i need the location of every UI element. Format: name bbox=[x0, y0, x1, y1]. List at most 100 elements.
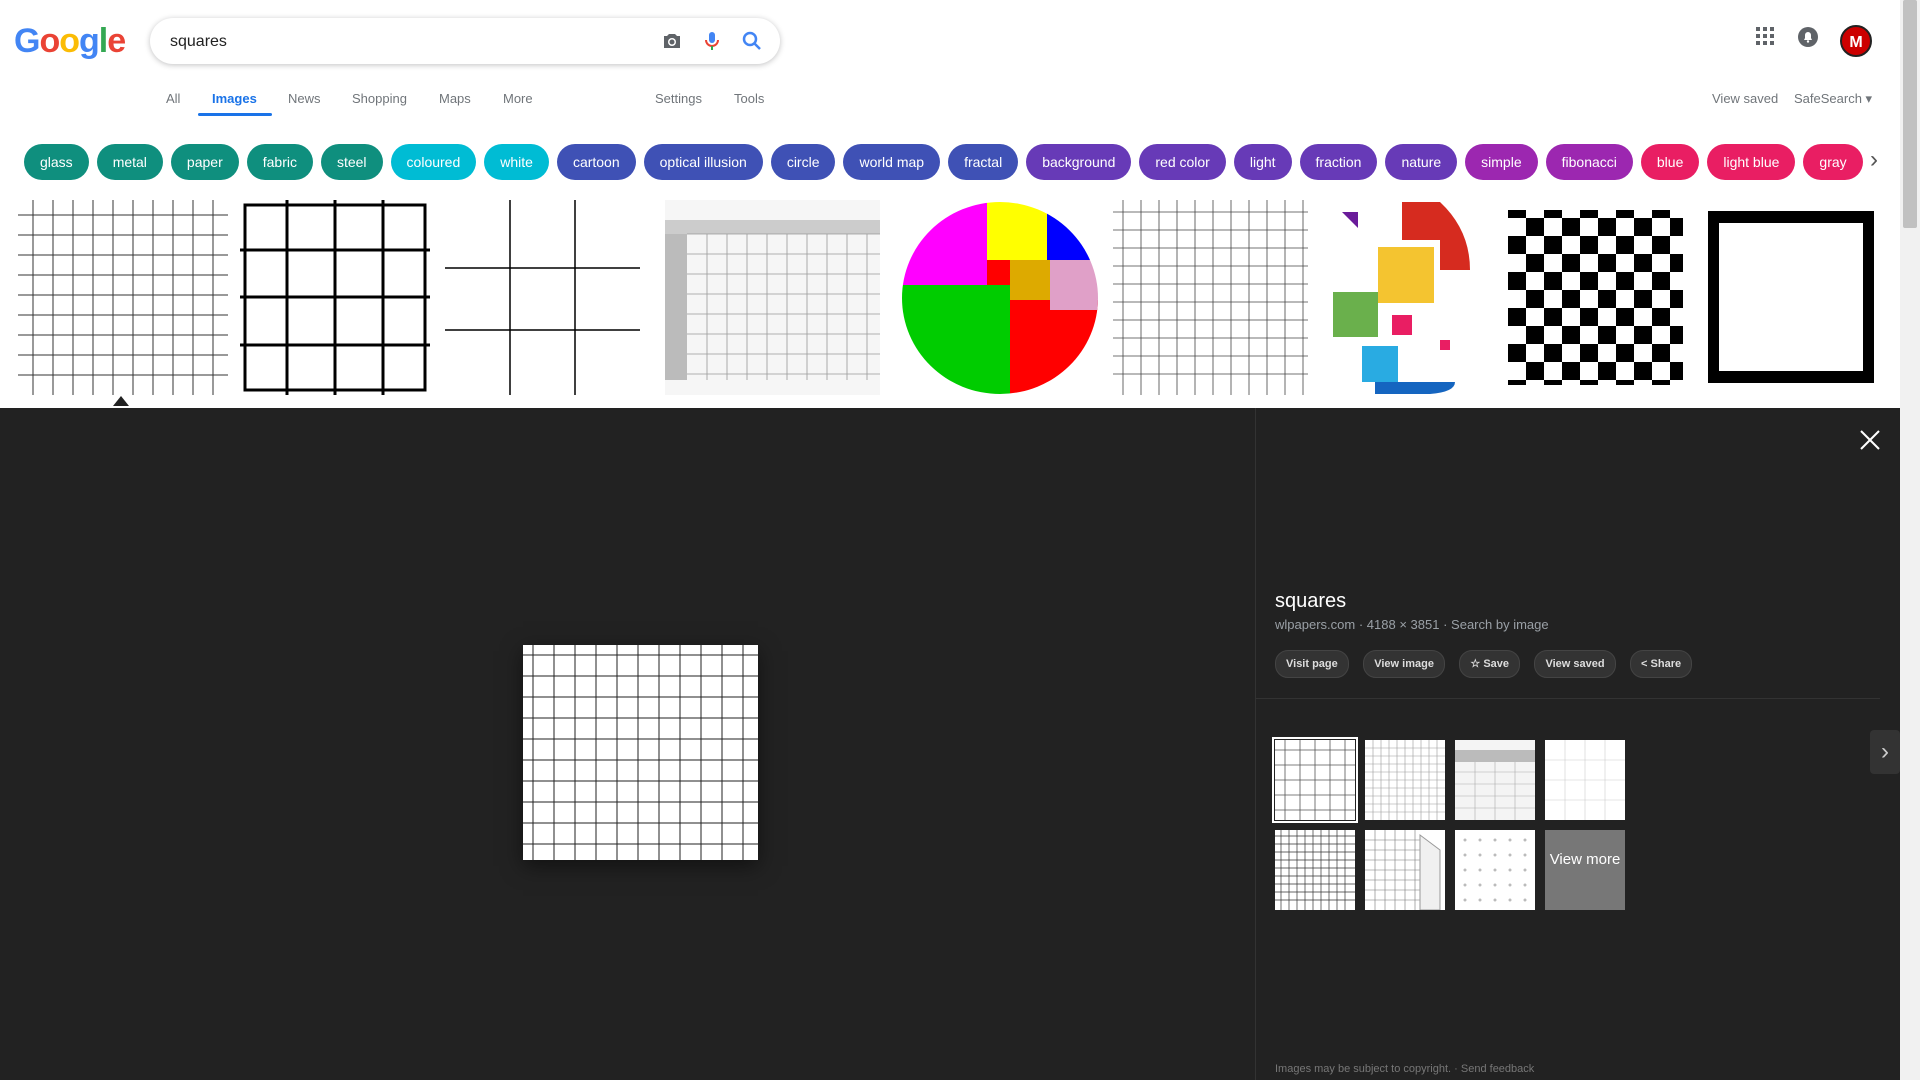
chip-background[interactable]: background bbox=[1026, 144, 1132, 180]
vertical-scrollbar[interactable] bbox=[1900, 0, 1920, 1080]
image-result[interactable] bbox=[665, 200, 880, 395]
chip-gray[interactable]: gray bbox=[1803, 144, 1863, 180]
share-label: Share bbox=[1650, 658, 1682, 670]
related-image[interactable] bbox=[1365, 830, 1445, 910]
grid-image bbox=[18, 200, 228, 395]
graph-paper-image bbox=[665, 200, 880, 395]
preview-image[interactable] bbox=[523, 645, 758, 860]
tools-link[interactable]: Tools bbox=[734, 91, 764, 106]
related-searches-chips: glass metal paper fabric steel coloured white c… bbox=[24, 144, 1874, 188]
related-image[interactable] bbox=[1272, 737, 1358, 823]
chip-steel[interactable]: steel bbox=[320, 144, 383, 180]
image-result[interactable] bbox=[900, 200, 1100, 395]
chip-light-blue[interactable]: light blue bbox=[1707, 144, 1796, 180]
tab-maps[interactable]: Maps bbox=[439, 91, 471, 106]
image-result[interactable] bbox=[1330, 200, 1480, 395]
chip-metal[interactable]: metal bbox=[96, 144, 163, 180]
image-result[interactable] bbox=[1708, 200, 1874, 395]
camera-icon[interactable] bbox=[660, 29, 684, 53]
apps-grid-icon[interactable] bbox=[1755, 26, 1775, 51]
image-dimensions: 4188 × 3851 bbox=[1366, 617, 1440, 632]
related-image[interactable] bbox=[1455, 830, 1535, 910]
panel-divider bbox=[1255, 408, 1256, 1080]
preview-title[interactable]: squares bbox=[1275, 590, 1346, 613]
send-feedback-link[interactable]: Send feedback bbox=[1461, 1063, 1534, 1075]
related-image[interactable] bbox=[1455, 740, 1535, 820]
view-image-button[interactable]: View image bbox=[1363, 650, 1445, 678]
chip-optical-illusion[interactable]: optical illusion bbox=[643, 144, 763, 180]
scattered-squares-image bbox=[1330, 200, 1480, 395]
microphone-icon[interactable] bbox=[700, 29, 724, 53]
save-label: Save bbox=[1483, 658, 1510, 670]
related-image[interactable] bbox=[1365, 740, 1445, 820]
chip-nature[interactable]: nature bbox=[1385, 144, 1458, 180]
tab-shopping[interactable]: Shopping bbox=[352, 91, 407, 106]
copyright-notice: Images may be subject to copyright. bbox=[1275, 1063, 1452, 1075]
avatar[interactable]: M bbox=[1840, 25, 1872, 57]
related-image[interactable] bbox=[1545, 740, 1625, 820]
preview-actions: Visit page View image ☆ Save View saved … bbox=[1275, 650, 1702, 678]
chip-fabric[interactable]: fabric bbox=[246, 144, 313, 180]
search-box bbox=[150, 18, 780, 64]
chip-simple[interactable]: simple bbox=[1465, 144, 1538, 180]
view-more-button[interactable]: View more bbox=[1545, 830, 1625, 910]
search-tabs: All Images News Shopping Maps More Setti… bbox=[0, 82, 1900, 118]
tab-news[interactable]: News bbox=[288, 91, 321, 106]
save-button[interactable]: ☆ Save bbox=[1459, 650, 1521, 678]
copyright-footer: Images may be subject to copyright. · Se… bbox=[1275, 1063, 1534, 1075]
tab-more[interactable]: More bbox=[503, 91, 533, 106]
logo-letter: g bbox=[79, 22, 100, 60]
next-image-arrow[interactable]: › bbox=[1870, 730, 1900, 774]
chips-next-arrow[interactable]: › bbox=[1870, 146, 1900, 182]
source-domain[interactable]: wlpapers.com bbox=[1275, 617, 1355, 632]
tab-images[interactable]: Images bbox=[212, 91, 257, 106]
image-result[interactable] bbox=[445, 200, 640, 395]
image-result[interactable] bbox=[18, 200, 228, 395]
active-tab-indicator bbox=[198, 113, 272, 116]
settings-link[interactable]: Settings bbox=[655, 91, 702, 106]
chip-blue[interactable]: blue bbox=[1640, 144, 1700, 180]
chip-world-map[interactable]: world map bbox=[843, 144, 941, 180]
footer-separator: · bbox=[1454, 1063, 1458, 1075]
logo-letter: G bbox=[14, 22, 40, 60]
search-input[interactable] bbox=[168, 30, 632, 54]
chip-fractal[interactable]: fractal bbox=[948, 144, 1019, 180]
checkerboard-image bbox=[1508, 210, 1683, 385]
panel-separator bbox=[1255, 698, 1880, 699]
chip-glass[interactable]: glass bbox=[24, 144, 89, 180]
view-saved-link[interactable]: View saved bbox=[1712, 91, 1778, 106]
logo-letter: o bbox=[39, 22, 60, 60]
safesearch-menu[interactable]: SafeSearch ▾ bbox=[1794, 91, 1872, 107]
search-icon[interactable] bbox=[740, 29, 764, 53]
image-results-row bbox=[0, 200, 1900, 400]
close-icon[interactable] bbox=[1855, 425, 1885, 455]
related-image[interactable] bbox=[1275, 830, 1355, 910]
image-result[interactable] bbox=[240, 200, 430, 395]
google-logo[interactable]: Google bbox=[14, 22, 126, 61]
image-result[interactable] bbox=[1508, 200, 1683, 395]
search-by-image-link[interactable]: Search by image bbox=[1451, 617, 1549, 632]
bold-grid-image bbox=[240, 200, 430, 395]
chip-fraction[interactable]: fraction bbox=[1299, 144, 1378, 180]
colored-squares-image bbox=[902, 202, 1098, 394]
black-frame-image bbox=[1708, 200, 1874, 395]
chip-coloured[interactable]: coloured bbox=[390, 144, 477, 180]
chip-circle[interactable]: circle bbox=[770, 144, 836, 180]
tab-all[interactable]: All bbox=[166, 91, 180, 106]
visit-page-button[interactable]: Visit page bbox=[1275, 650, 1349, 678]
header: Google M bbox=[0, 0, 1900, 70]
chip-cartoon[interactable]: cartoon bbox=[556, 144, 636, 180]
chip-paper[interactable]: paper bbox=[170, 144, 239, 180]
bell-icon[interactable] bbox=[1797, 26, 1819, 53]
chip-light[interactable]: light bbox=[1233, 144, 1292, 180]
scrollbar-thumb[interactable] bbox=[1903, 0, 1917, 228]
chip-fibonacci[interactable]: fibonacci bbox=[1545, 144, 1633, 180]
fine-grid-image bbox=[1113, 200, 1308, 395]
image-result[interactable] bbox=[1113, 200, 1308, 395]
share-button[interactable]: < Share bbox=[1630, 650, 1693, 678]
share-icon: < bbox=[1641, 658, 1651, 670]
chip-white[interactable]: white bbox=[484, 144, 549, 180]
chip-red-color[interactable]: red color bbox=[1139, 144, 1226, 180]
view-saved-button[interactable]: View saved bbox=[1534, 650, 1616, 678]
star-icon: ☆ bbox=[1470, 658, 1484, 670]
